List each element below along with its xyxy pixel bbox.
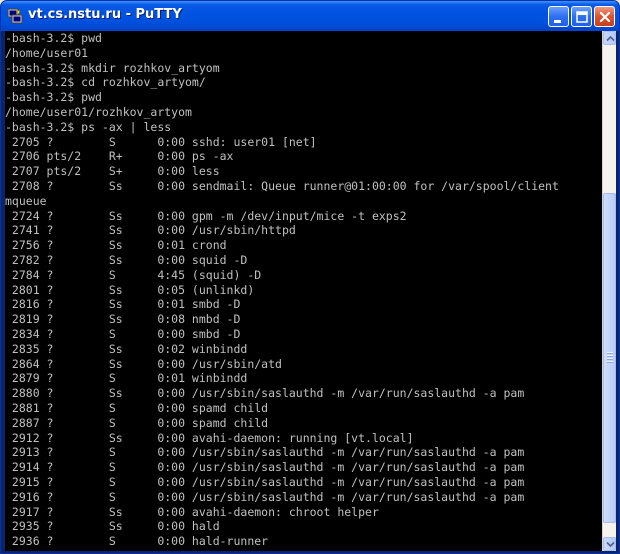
terminal-line: 2879 ? S 0:01 winbindd xyxy=(5,371,248,386)
minimize-button[interactable] xyxy=(548,6,569,27)
thumb-grip-line xyxy=(607,361,613,363)
close-button[interactable] xyxy=(594,6,615,27)
terminal-line: 2887 ? S 0:00 spamd child xyxy=(5,415,269,430)
terminal-line: 2834 ? S 0:00 smbd -D xyxy=(5,327,241,341)
terminal-line: /home/user01/rozhkov_artyom xyxy=(5,105,192,119)
terminal-line: 2756 ? Ss 0:01 crond xyxy=(5,238,227,253)
terminal-line: 2864 ? Ss 0:00 /usr/sbin/atd xyxy=(5,356,282,371)
maximize-button[interactable] xyxy=(571,6,592,27)
terminal-line: 2914 ? S 0:00 /usr/sbin/saslauthd -m /va… xyxy=(5,460,525,475)
putty-window: vt.cs.nstu.ru - PuTTY -bash-3.2$ pwd/hom… xyxy=(0,0,620,554)
terminal-line: 2915 ? S 0:00 /usr/sbin/saslauthd -m /va… xyxy=(5,475,525,489)
terminal-line: 2880 ? Ss 0:00 /usr/sbin/saslauthd -m /v… xyxy=(5,386,525,401)
minimize-icon xyxy=(554,20,561,23)
terminal-line: -bash-3.2$ mkdir rozhkov_artyom xyxy=(5,60,220,75)
close-icon xyxy=(599,11,611,23)
terminal-line: 2784 ? S 4:45 (squid) -D xyxy=(5,267,262,282)
terminal-line: mqueue xyxy=(5,193,47,208)
putty-icon[interactable] xyxy=(7,8,23,24)
terminal-line: -bash-3.2$ pwd xyxy=(5,31,102,45)
terminal-line: 2705 ? S 0:00 sshd: user01 [net] xyxy=(5,134,317,149)
terminal-line: -bash-3.2$ ps -ax | less xyxy=(5,119,172,134)
terminal-line: /home/user01 xyxy=(5,45,89,60)
scroll-up-button[interactable] xyxy=(603,31,616,45)
maximize-icon xyxy=(576,11,588,23)
terminal-line: 2819 ? Ss 0:08 nmbd -D xyxy=(5,312,241,327)
terminal-output[interactable]: -bash-3.2$ pwd/home/user01 -bash-3.2$ mkd… xyxy=(5,31,601,551)
scrollbar-thumb[interactable] xyxy=(603,193,616,523)
terminal-line: 2706 pts/2 R+ 0:00 ps -ax xyxy=(5,149,234,164)
terminal-line: 2916 ? S 0:00 /usr/sbin/saslauthd -m /va… xyxy=(5,489,525,504)
window-title: vt.cs.nstu.ru - PuTTY xyxy=(28,7,182,22)
terminal-line: 2912 ? Ss 0:00 avahi-daemon: running [vt… xyxy=(5,430,414,445)
terminal-line: 2913 ? S 0:00 /usr/sbin/saslauthd -m /va… xyxy=(5,445,525,460)
terminal-line: 2708 ? Ss 0:00 sendmail: Queue runner@01… xyxy=(5,179,559,193)
thumb-grip-line xyxy=(607,358,613,360)
terminal-line: 2936 ? S 0:00 hald-runner xyxy=(5,534,269,549)
terminal-line: 2935 ? Ss 0:00 hald xyxy=(5,519,220,534)
title-bar[interactable]: vt.cs.nstu.ru - PuTTY xyxy=(1,1,619,31)
terminal-line: 2816 ? Ss 0:01 smbd -D xyxy=(5,297,241,312)
scroll-down-arrow-icon xyxy=(606,541,615,548)
scroll-down-button[interactable] xyxy=(603,537,616,551)
scroll-up-arrow-icon xyxy=(606,35,615,42)
terminal-line: 2917 ? Ss 0:00 avahi-daemon: chroot help… xyxy=(5,504,379,519)
thumb-grip-line xyxy=(607,355,613,357)
terminal-line: 2707 pts/2 S+ 0:00 less xyxy=(5,164,220,179)
terminal-line: 2741 ? Ss 0:00 /usr/sbin/httpd xyxy=(5,223,296,238)
terminal-line: 2724 ? Ss 0:00 gpm -m /dev/input/mice -t… xyxy=(5,208,407,223)
terminal-line: 2881 ? S 0:00 spamd child xyxy=(5,401,269,415)
terminal-line: 2835 ? Ss 0:02 winbindd xyxy=(5,341,248,356)
terminal-line: -bash-3.2$ cd rozhkov_artyom/ xyxy=(5,75,206,90)
vertical-scrollbar[interactable] xyxy=(602,31,616,551)
terminal-line: 2801 ? Ss 0:05 (unlinkd) xyxy=(5,282,255,297)
terminal-client-area[interactable]: -bash-3.2$ pwd/home/user01 -bash-3.2$ mkd… xyxy=(5,31,616,551)
thumb-grip-line xyxy=(607,352,613,354)
terminal-line: -bash-3.2$ pwd xyxy=(5,90,102,105)
terminal-line: 2782 ? Ss 0:00 squid -D xyxy=(5,253,248,267)
